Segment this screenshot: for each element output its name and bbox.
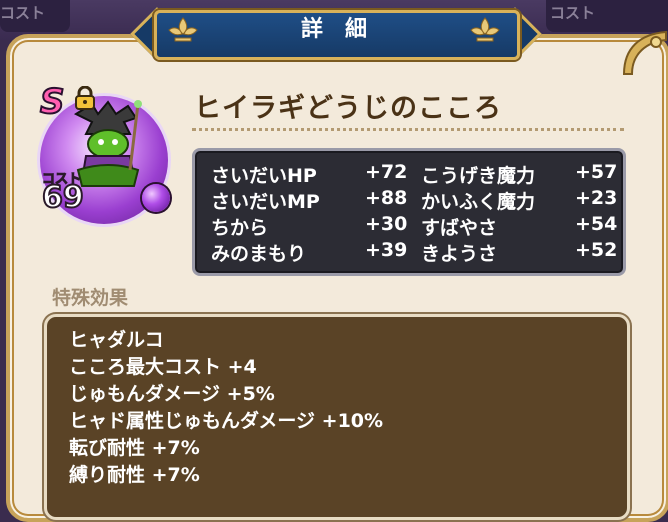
special-effects-heading: 特殊効果 (52, 287, 129, 309)
background-card-left: コスト (0, 0, 70, 32)
effect-line: じゅもんダメージ +5% (69, 383, 275, 405)
stat-value: +30 (365, 213, 408, 235)
rank-badge: S (39, 81, 65, 123)
cost-value: 69 (41, 179, 85, 216)
stat-value: +57 (575, 161, 618, 183)
stat-value: +72 (365, 161, 408, 183)
stat-row: さいだいMP +88 かいふく魔力 +23 (211, 187, 617, 213)
special-effects-panel: ヒャダルコ こころ最大コスト +4 じゅもんダメージ +5% ヒャド属性じゅもん… (44, 314, 630, 520)
stat-row: さいだいHP +72 こうげき魔力 +57 (211, 161, 617, 187)
background-cost-label-right: コスト (550, 4, 596, 22)
stat-label: みのまもり (211, 243, 307, 265)
stat-label: すばやさ (421, 217, 498, 239)
stat-label: さいだいMP (211, 191, 320, 213)
stats-panel: さいだいHP +72 こうげき魔力 +57 さいだいMP +88 かいふく魔力 … (192, 148, 626, 276)
stat-row: ちから +30 すばやさ +54 (211, 213, 617, 239)
effect-line: 縛り耐性 +7% (69, 464, 200, 486)
effect-line: 転び耐性 +7% (69, 437, 200, 459)
stat-label: さいだいHP (211, 165, 317, 187)
stat-value: +39 (365, 239, 408, 261)
page-title: 詳細 (300, 17, 389, 42)
stat-label: こうげき魔力 (421, 165, 536, 187)
gem-icon (142, 184, 170, 212)
effect-line: こころ最大コスト +4 (69, 356, 257, 378)
lock-icon[interactable] (74, 86, 96, 110)
stat-value: +88 (365, 187, 408, 209)
stat-value: +23 (575, 187, 618, 209)
stat-label: きようさ (421, 243, 498, 265)
dotted-divider (192, 128, 624, 131)
stat-row: みのまもり +39 きようさ +52 (211, 239, 617, 265)
background-cost-label-left: コスト (0, 4, 46, 22)
stat-label: ちから (211, 217, 269, 239)
corner-ornament-icon (622, 30, 667, 75)
effect-line: ヒャド属性じゅもんダメージ +10% (69, 410, 384, 432)
item-name: ヒイラギどうじのこころ (194, 93, 502, 124)
stat-label: かいふく魔力 (421, 191, 536, 213)
effect-line: ヒャダルコ (69, 329, 164, 351)
stat-value: +54 (575, 213, 618, 235)
stat-value: +52 (575, 239, 618, 261)
title-banner: 詳細 (130, 4, 542, 62)
